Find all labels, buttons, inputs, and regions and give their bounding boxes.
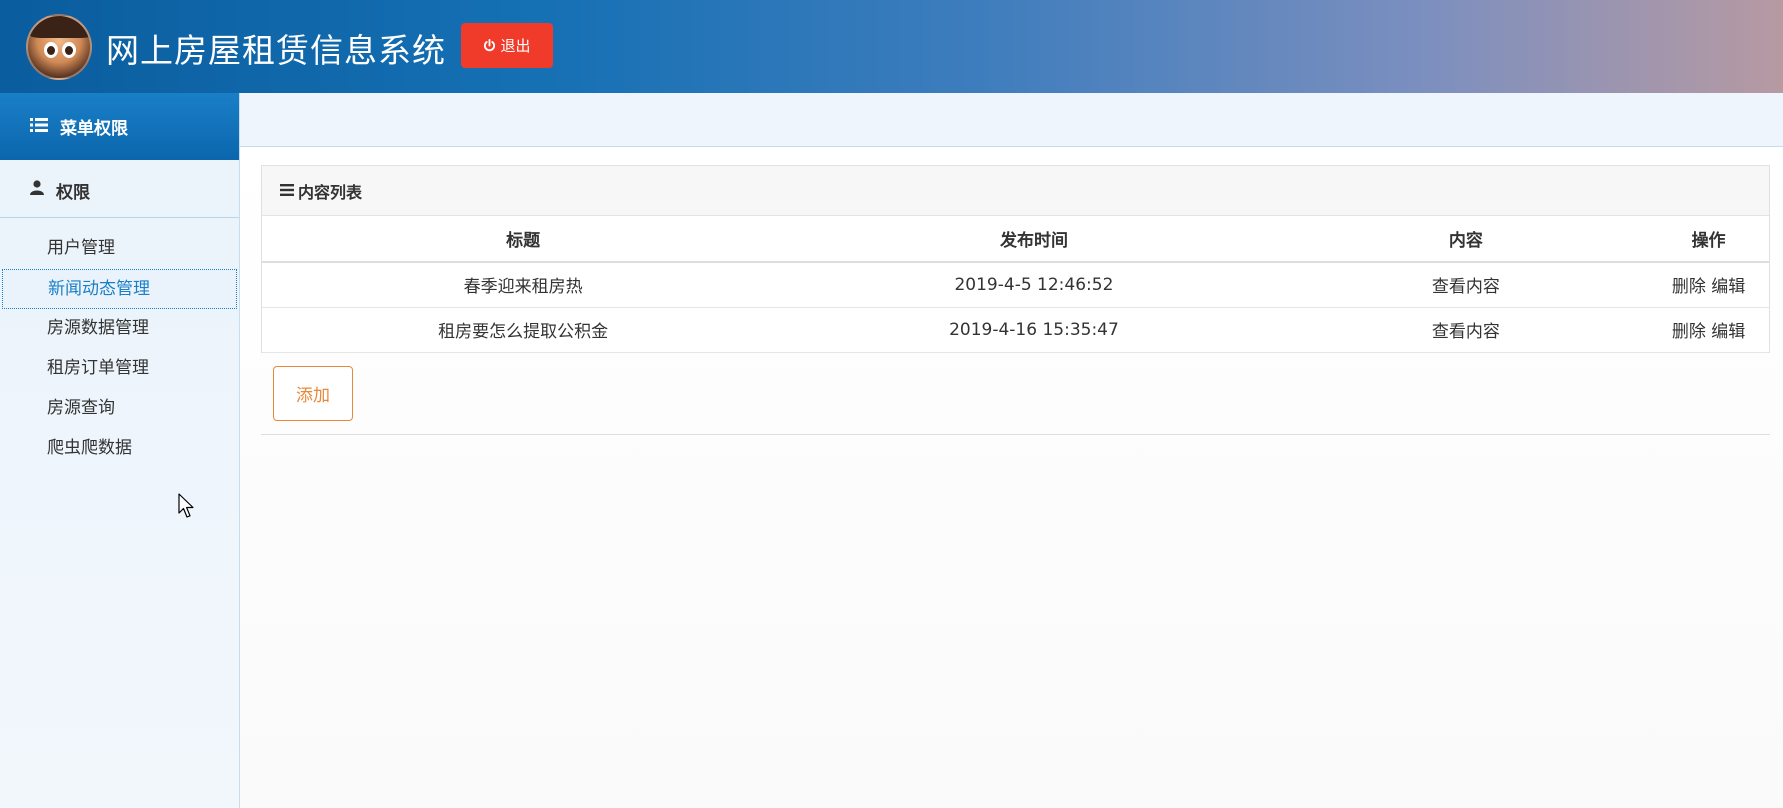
panel-header: 内容列表 [262,166,1769,216]
cell-actions: 删除 编辑 [1648,262,1769,308]
content-table: 标题 发布时间 内容 操作 春季迎来租房热 2019-4-5 12:46:52 … [262,216,1769,353]
top-header: 网上房屋租赁信息系统 退出 [0,0,1783,93]
content-list-panel: 内容列表 标题 发布时间 内容 操作 春季迎来租房热 2019-4-5 12:4… [261,165,1770,353]
main-content: 内容列表 标题 发布时间 内容 操作 春季迎来租房热 2019-4-5 12:4… [240,147,1783,808]
add-button[interactable]: 添加 [273,366,353,421]
sidebar-item-rental-order-management[interactable]: 租房订单管理 [0,349,239,389]
cell-time: 2019-4-5 12:46:52 [784,262,1284,308]
sidebar-item-news-management[interactable]: 新闻动态管理 [2,269,237,309]
table-row: 租房要怎么提取公积金 2019-4-16 15:35:47 查看内容 删除 编辑 [262,307,1769,353]
menu-permission-header[interactable]: 菜单权限 [0,93,239,160]
power-icon [483,39,496,52]
cell-title: 租房要怎么提取公积金 [262,307,785,353]
column-header-actions: 操作 [1648,216,1769,263]
list-icon [30,117,48,137]
bars-icon [280,181,294,200]
mouse-cursor-icon [178,493,196,523]
permission-section-header[interactable]: 权限 [0,163,239,218]
edit-link[interactable]: 编辑 [1711,322,1745,342]
cell-title: 春季迎来租房热 [262,262,785,308]
logout-label: 退出 [500,37,531,55]
user-icon [30,180,44,200]
sidebar-item-listing-data-management[interactable]: 房源数据管理 [0,309,239,349]
sidebar-item-user-management[interactable]: 用户管理 [0,229,239,269]
app-title: 网上房屋租赁信息系统 [106,31,446,70]
permission-section-label: 权限 [56,182,90,203]
sidebar-nav: 用户管理 新闻动态管理 房源数据管理 租房订单管理 房源查询 爬虫爬数据 [0,218,239,469]
avatar [26,14,92,80]
column-header-content: 内容 [1283,216,1649,263]
logout-button[interactable]: 退出 [461,23,553,68]
divider [261,434,1770,435]
sidebar: 菜单权限 权限 用户管理 新闻动态管理 房源数据管理 租房订单管理 房源查询 爬… [0,93,240,808]
delete-link[interactable]: 删除 [1672,277,1706,297]
column-header-time: 发布时间 [784,216,1284,263]
column-header-title: 标题 [262,216,785,263]
sidebar-item-listing-search[interactable]: 房源查询 [0,389,239,429]
table-header-row: 标题 发布时间 内容 操作 [262,216,1769,263]
view-content-link[interactable]: 查看内容 [1283,262,1649,308]
panel-title: 内容列表 [298,182,363,202]
cell-actions: 删除 编辑 [1648,307,1769,353]
menu-permission-label: 菜单权限 [60,119,128,139]
table-row: 春季迎来租房热 2019-4-5 12:46:52 查看内容 删除 编辑 [262,262,1769,308]
cell-time: 2019-4-16 15:35:47 [784,307,1284,353]
edit-link[interactable]: 编辑 [1711,277,1745,297]
view-content-link[interactable]: 查看内容 [1283,307,1649,353]
delete-link[interactable]: 删除 [1672,322,1706,342]
content-top-band [240,93,1783,147]
sidebar-item-crawler-data[interactable]: 爬虫爬数据 [0,429,239,469]
